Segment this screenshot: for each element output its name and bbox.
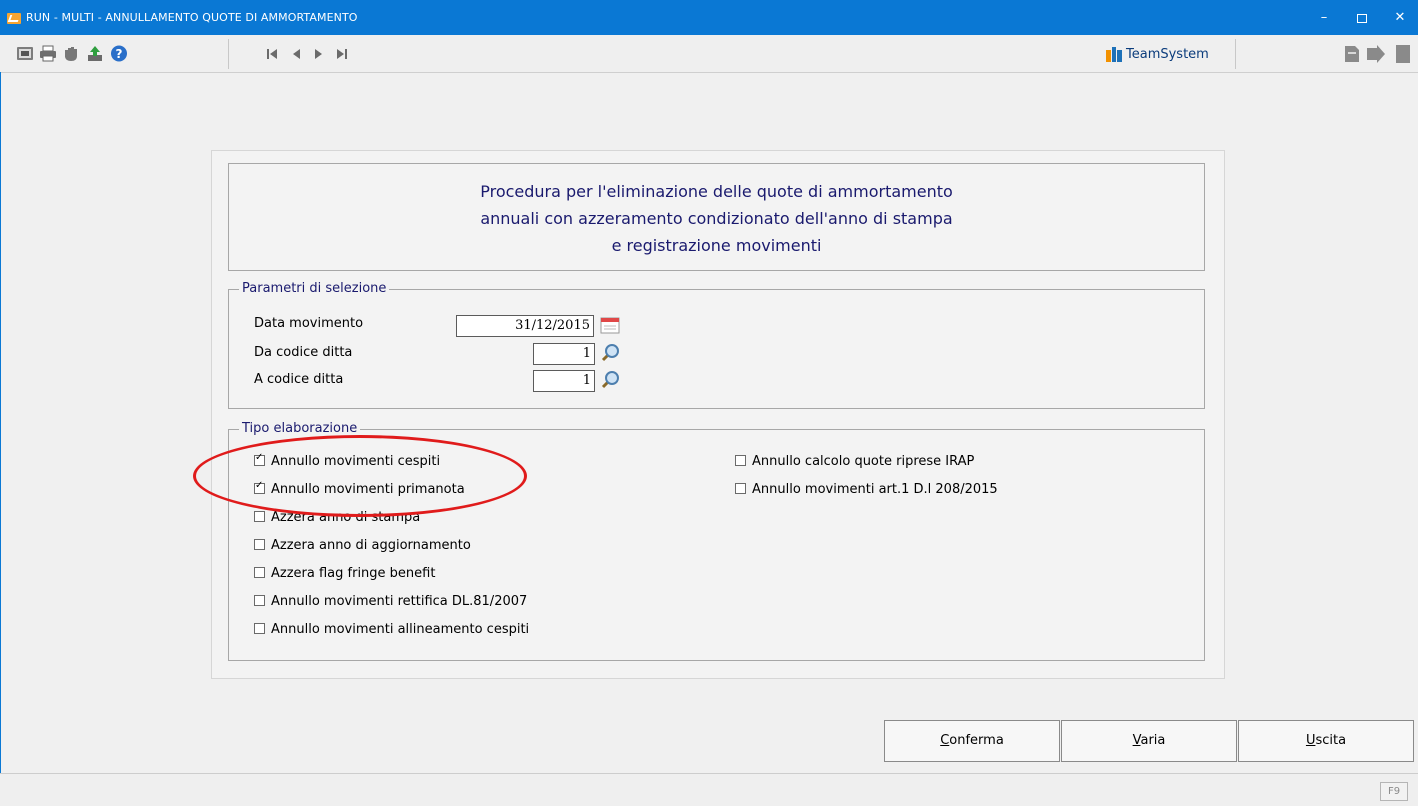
page-icon[interactable] xyxy=(1396,45,1414,63)
checkbox-label: Annullo movimenti art.1 D.l 208/2015 xyxy=(752,482,998,497)
checkbox-label: Annullo movimenti allineamento cespiti xyxy=(271,622,530,637)
checkbox-box[interactable] xyxy=(254,511,265,522)
toolbar-separator xyxy=(1235,39,1236,69)
description-line: e registrazione movimenti xyxy=(611,236,822,255)
checkbox-label: Annullo movimenti rettifica DL.81/2007 xyxy=(271,594,528,609)
search-icon[interactable] xyxy=(600,343,620,363)
restore-icon xyxy=(1357,14,1367,23)
restore-button[interactable] xyxy=(1347,8,1377,28)
title-bar: RUN - MULTI - ANNULLAMENTO QUOTE DI AMMO… xyxy=(0,0,1418,35)
minimize-button[interactable]: – xyxy=(1309,8,1339,28)
checkbox-box[interactable] xyxy=(735,483,746,494)
checkbox-box[interactable] xyxy=(254,595,265,606)
toolbar: ? TeamSystem xyxy=(0,35,1418,73)
edit-button-label: aria xyxy=(1140,733,1166,748)
app-icon xyxy=(7,13,21,24)
teamsystem-logo-text: TeamSystem xyxy=(1126,47,1209,62)
checkbox-box[interactable] xyxy=(254,567,265,578)
teamsystem-logo-icon xyxy=(1106,47,1122,62)
da-codice-ditta-label: Da codice ditta xyxy=(254,345,353,360)
checkbox-annullo-movimenti-art1[interactable]: Annullo movimenti art.1 D.l 208/2015 xyxy=(735,482,998,500)
checkbox-azzera-flag-fringe-benefit[interactable]: Azzera flag fringe benefit xyxy=(254,566,435,584)
checkbox-label: Annullo calcolo quote riprese IRAP xyxy=(752,454,975,469)
checkbox-label: Azzera anno di aggiornamento xyxy=(271,538,471,553)
document-icon[interactable] xyxy=(1343,45,1361,63)
first-record-icon[interactable] xyxy=(266,48,278,60)
checkbox-label: Azzera flag fringe benefit xyxy=(271,566,436,581)
checkbox-box[interactable] xyxy=(735,455,746,466)
f9-key-button[interactable]: F9 xyxy=(1380,782,1408,801)
confirm-button[interactable]: Conferma xyxy=(884,720,1060,762)
window-border xyxy=(0,72,1,773)
status-bar: F9 xyxy=(0,773,1418,806)
highlight-ellipse xyxy=(193,435,527,517)
checkbox-annullo-calcolo-quote-irap[interactable]: Annullo calcolo quote riprese IRAP xyxy=(735,454,974,472)
da-codice-ditta-input[interactable]: 1 xyxy=(533,343,595,365)
data-movimento-input[interactable]: 31/12/2015 xyxy=(456,315,594,337)
checkbox-annullo-movimenti-rettifica[interactable]: Annullo movimenti rettifica DL.81/2007 xyxy=(254,594,527,612)
hand-icon[interactable] xyxy=(62,45,80,62)
checkbox-azzera-anno-di-aggiornamento[interactable]: Azzera anno di aggiornamento xyxy=(254,538,471,556)
close-button[interactable]: ✕ xyxy=(1385,8,1415,28)
processing-type-legend: Tipo elaborazione xyxy=(239,421,361,436)
last-record-icon[interactable] xyxy=(336,48,348,60)
a-codice-ditta-label: A codice ditta xyxy=(254,372,344,387)
export-icon[interactable] xyxy=(86,45,104,62)
data-movimento-label: Data movimento xyxy=(254,316,364,331)
edit-button[interactable]: Varia xyxy=(1061,720,1237,762)
a-codice-ditta-input[interactable]: 1 xyxy=(533,370,595,392)
checkbox-annullo-movimenti-allineamento[interactable]: Annullo movimenti allineamento cespiti xyxy=(254,622,529,640)
exit-button[interactable]: Uscita xyxy=(1238,720,1414,762)
calendar-icon[interactable] xyxy=(600,316,620,334)
checkbox-box[interactable] xyxy=(254,623,265,634)
confirm-button-label: onferma xyxy=(949,733,1004,748)
previous-record-icon[interactable] xyxy=(291,48,301,60)
svg-text:?: ? xyxy=(116,47,123,61)
next-record-icon[interactable] xyxy=(314,48,324,60)
window-title: RUN - MULTI - ANNULLAMENTO QUOTE DI AMMO… xyxy=(26,11,358,24)
exit-button-label: scita xyxy=(1315,733,1347,748)
calculator-icon[interactable] xyxy=(16,45,34,62)
forward-arrow-icon[interactable] xyxy=(1366,45,1385,63)
toolbar-separator xyxy=(228,39,229,69)
procedure-description: Procedura per l'eliminazione delle quote… xyxy=(228,163,1205,271)
help-icon[interactable]: ? xyxy=(110,45,128,62)
selection-parameters-group: Parametri di selezione xyxy=(228,281,1205,409)
checkbox-box[interactable] xyxy=(254,539,265,550)
printer-icon[interactable] xyxy=(39,45,57,62)
description-line: Procedura per l'eliminazione delle quote… xyxy=(480,182,953,201)
description-line: annuali con azzeramento condizionato del… xyxy=(480,209,953,228)
selection-parameters-legend: Parametri di selezione xyxy=(239,281,390,296)
search-icon[interactable] xyxy=(600,370,620,390)
